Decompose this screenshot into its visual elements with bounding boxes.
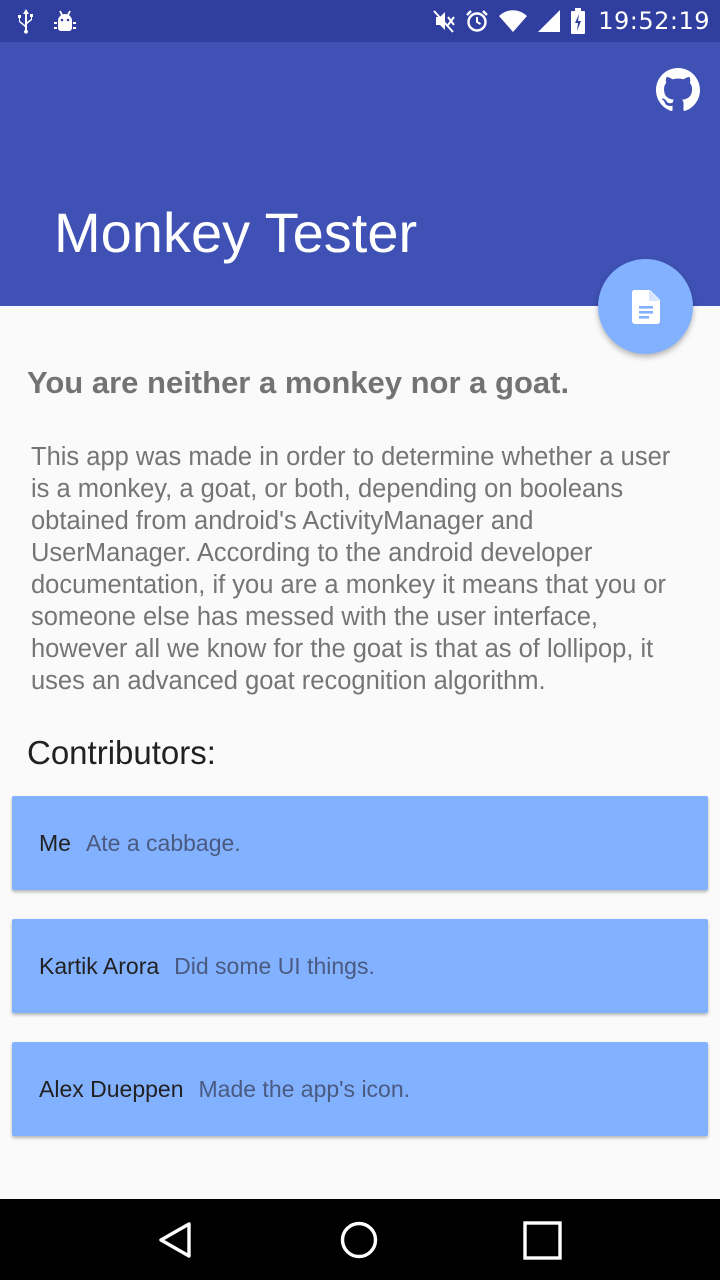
usb-icon [14,8,38,34]
wifi-icon [498,8,528,34]
status-bar: 19:52:19 [0,0,720,42]
contributor-card[interactable]: Kartik Arora Did some UI things. [12,919,708,1013]
battery-icon [570,7,586,35]
home-icon [340,1221,378,1259]
app-description: This app was made in order to determine … [31,443,671,695]
contributor-name: Kartik Arora [39,952,160,979]
github-icon [656,68,700,111]
app-title: Monkey Tester [54,201,418,264]
recents-icon [523,1221,562,1260]
signal-icon [536,8,562,34]
fab-button[interactable] [598,259,693,354]
contributor-card[interactable]: Alex Dueppen Made the app's icon. [12,1042,708,1136]
mute-icon [432,8,456,34]
alarm-icon [464,8,490,34]
contributor-name: Me [39,829,71,856]
document-icon [631,289,660,324]
contributor-name: Alex Dueppen [39,1075,184,1102]
contributors-title: Contributors: [27,734,216,771]
github-button[interactable] [656,68,700,112]
android-debug-icon [52,8,78,34]
status-left-icons [14,6,78,36]
contributor-contribution: Made the app's icon. [198,1075,411,1102]
home-button[interactable] [337,1219,381,1263]
back-button[interactable] [154,1219,198,1263]
status-time: 19:52:19 [598,7,710,35]
back-icon [159,1222,191,1258]
contributor-contribution: Ate a cabbage. [85,829,241,856]
status-heading: You are neither a monkey nor a goat. [27,365,570,400]
navigation-bar [0,1199,720,1280]
status-right-icons: 19:52:19 [432,6,710,36]
contributor-contribution: Did some UI things. [174,952,375,979]
recents-button[interactable] [521,1219,565,1263]
contributor-card[interactable]: Me Ate a cabbage. [12,796,708,890]
app-bar: Monkey Tester [0,42,720,306]
